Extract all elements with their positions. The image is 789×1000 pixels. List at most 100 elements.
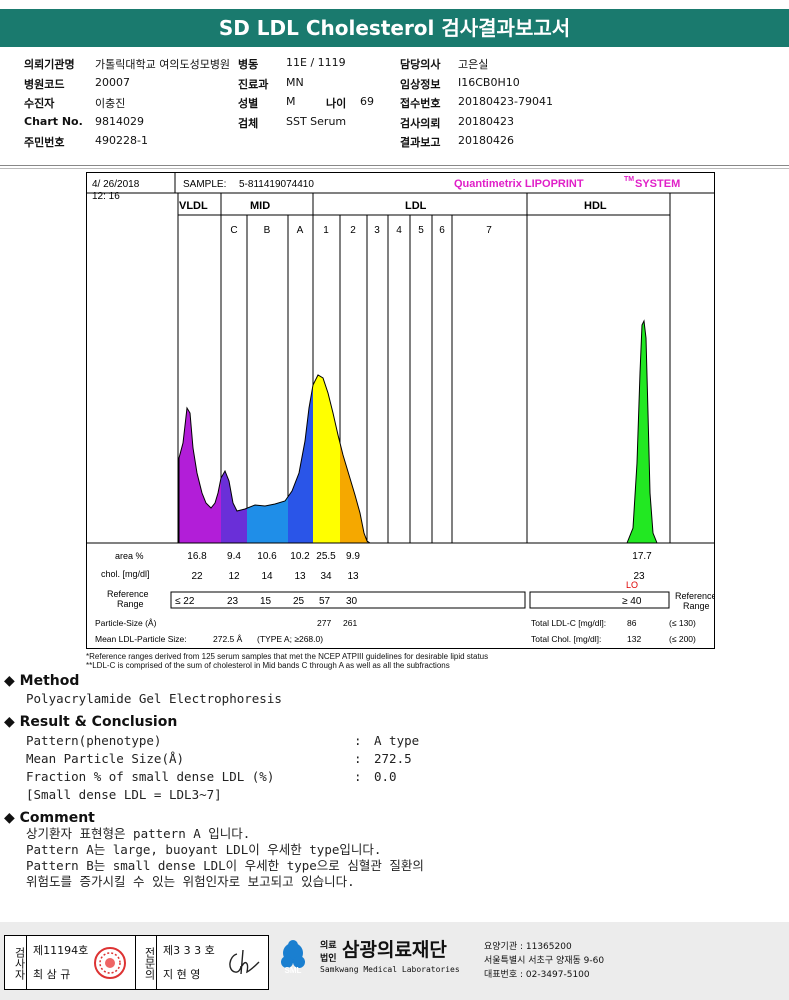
- org-code: 요양기관 : 11365200: [484, 942, 572, 952]
- ref-value: ≤ 22: [175, 596, 195, 607]
- total-chol-label: Total Chol. [mg/dl]:: [531, 634, 601, 644]
- result-value: 0.0: [374, 769, 397, 784]
- chol-value: 13: [294, 571, 306, 582]
- hdl-flag: LO: [626, 580, 638, 590]
- info-label: 검사의뢰: [400, 116, 441, 130]
- signature-box: 검사자 제11194호 최 삼 규 전문의 제3 3 3 호 지 현 영: [4, 935, 269, 990]
- mean-ldl-type: (TYPE A; ≥268.0): [257, 634, 323, 644]
- info-label: 성별: [238, 97, 259, 110]
- info-label: 결과보고: [400, 136, 441, 149]
- inspector-name: 최 삼 규: [33, 968, 71, 981]
- result-label: Fraction % of small dense LDL (%): [26, 769, 275, 784]
- area-value: 9.4: [227, 551, 241, 562]
- result-heading: Result & Conclusion: [19, 714, 178, 730]
- area-value: 9.9: [346, 551, 360, 562]
- ref-value: 15: [260, 596, 272, 607]
- band-label-7: 7: [486, 225, 492, 236]
- info-value: 고은실: [458, 58, 489, 71]
- result-sep: :: [354, 733, 362, 748]
- info-value: 20180423-79041: [458, 95, 553, 108]
- total-chol-value: 132: [627, 634, 641, 644]
- info-label: 임상정보: [400, 77, 441, 91]
- bullet-icon: ◆: [4, 673, 15, 689]
- area-value: 16.8: [187, 551, 207, 562]
- result-rows: Pattern(phenotype): A type Mean Particle S…: [26, 733, 784, 787]
- info-label: 수진자: [24, 97, 55, 110]
- sample-id: 5-811419074410: [239, 179, 314, 190]
- result-value: 272.5: [374, 751, 412, 766]
- info-value: 가톨릭대학교 여의도성모병원: [95, 58, 231, 71]
- info-label: 병동: [238, 58, 259, 71]
- info-value: SST Serum: [286, 114, 347, 128]
- result-sep: :: [354, 751, 362, 766]
- hdl-area-value: 17.7: [632, 551, 652, 562]
- divider: [0, 168, 789, 169]
- chol-value: 34: [320, 571, 332, 582]
- method-heading: Method: [19, 673, 80, 689]
- region-label-ldl: LDL: [405, 200, 427, 212]
- comment-line: Pattern A는 large, buoyant LDL이 우세한 type입…: [26, 842, 382, 857]
- ref-value: 23: [227, 596, 239, 607]
- region-label-hdl: HDL: [584, 200, 607, 212]
- mean-ldl-label: Mean LDL-Particle Size:: [95, 634, 187, 644]
- comment-line: 위험도를 증가시킬 수 있는 위험인자로 보고되고 있습니다.: [26, 874, 355, 889]
- info-value: 이충진: [95, 97, 126, 110]
- chol-value: 12: [228, 571, 240, 582]
- band-label-5: 5: [418, 225, 424, 236]
- chart-date: 4/ 26/2018: [92, 179, 140, 190]
- electrophoresis-svg: 4/ 26/2018 12: 16 SAMPLE: 5-811419074410…: [87, 173, 717, 644]
- age-label: 나이: [326, 97, 347, 110]
- org-phone: 대표번호 : 02-3497-5100: [484, 970, 590, 980]
- hdl-ref-value: ≥ 40: [622, 596, 642, 607]
- info-label: 접수번호: [400, 97, 441, 110]
- ref-box-hdl: [529, 591, 670, 609]
- info-value: 20180426: [458, 134, 514, 147]
- info-label: Chart No.: [24, 114, 83, 128]
- total-chol-ref: (≤ 200): [669, 634, 696, 644]
- inspector-label: 검사자: [5, 936, 27, 989]
- result-section: ◆ Result & Conclusion Pattern(phenotype)…: [4, 714, 784, 802]
- inspector-no: 제11194호: [33, 944, 89, 957]
- info-value: I16CB0H10: [458, 75, 520, 89]
- info-value: 11E / 1119: [286, 56, 346, 69]
- region-label-vldl: VLDL: [179, 200, 208, 212]
- area-value: 10.6: [257, 551, 277, 562]
- org-name-en: Samkwang Medical Laboratories: [320, 965, 460, 974]
- logo-text: SML: [285, 966, 302, 975]
- row-label-chol: chol. [mg/dl]: [101, 569, 150, 579]
- sml-logo-icon: SML: [281, 940, 305, 975]
- area-value: 25.5: [316, 551, 336, 562]
- org-name: 삼광의료재단: [342, 939, 447, 961]
- org-address: 서울특별시 서초구 양재동 9-60: [484, 956, 605, 966]
- band-label-6: 6: [439, 225, 445, 236]
- comment-line: 상기환자 표현형은 pattern A 입니다.: [26, 826, 251, 841]
- chol-value: 14: [261, 571, 273, 582]
- result-value: A type: [374, 733, 420, 748]
- particle-size-1: 277: [317, 618, 331, 628]
- ref-value: 57: [319, 596, 331, 607]
- area-value: 10.2: [290, 551, 310, 562]
- total-ldl-ref: (≤ 130): [669, 618, 696, 628]
- fill-hdl: [626, 319, 658, 544]
- particle-size-label: Particle-Size (Å): [95, 618, 157, 628]
- result-label: Pattern(phenotype): [26, 733, 162, 748]
- result-note: [Small dense LDL = LDL3~7]: [26, 787, 222, 802]
- signature-icon: [229, 949, 260, 975]
- region-label-mid: MID: [250, 200, 270, 212]
- result-label: Mean Particle Size(Å): [26, 751, 185, 766]
- ref-range-right: Reference Range: [675, 591, 714, 611]
- brand-tm: TM: [624, 176, 634, 183]
- trace-fill: [179, 375, 367, 543]
- chol-value: 13: [347, 571, 359, 582]
- ref-value: 30: [346, 596, 358, 607]
- info-value: 9814029: [95, 114, 144, 128]
- mean-ldl-value: 272.5 Å: [213, 634, 243, 644]
- bullet-icon: ◆: [4, 714, 15, 730]
- info-value: M: [286, 95, 296, 108]
- info-value: 490228-1: [95, 134, 148, 147]
- band-label-1: 1: [323, 225, 329, 236]
- specialist-no: 제3 3 3 호: [163, 944, 215, 957]
- electrophoresis-chart: 4/ 26/2018 12: 16 SAMPLE: 5-811419074410…: [86, 172, 717, 649]
- patient-info: 의뢰기관명 가톨릭대학교 여의도성모병원 병원코드 20007 수진자 이충진 Chart …: [0, 0, 789, 160]
- divider: [0, 165, 789, 166]
